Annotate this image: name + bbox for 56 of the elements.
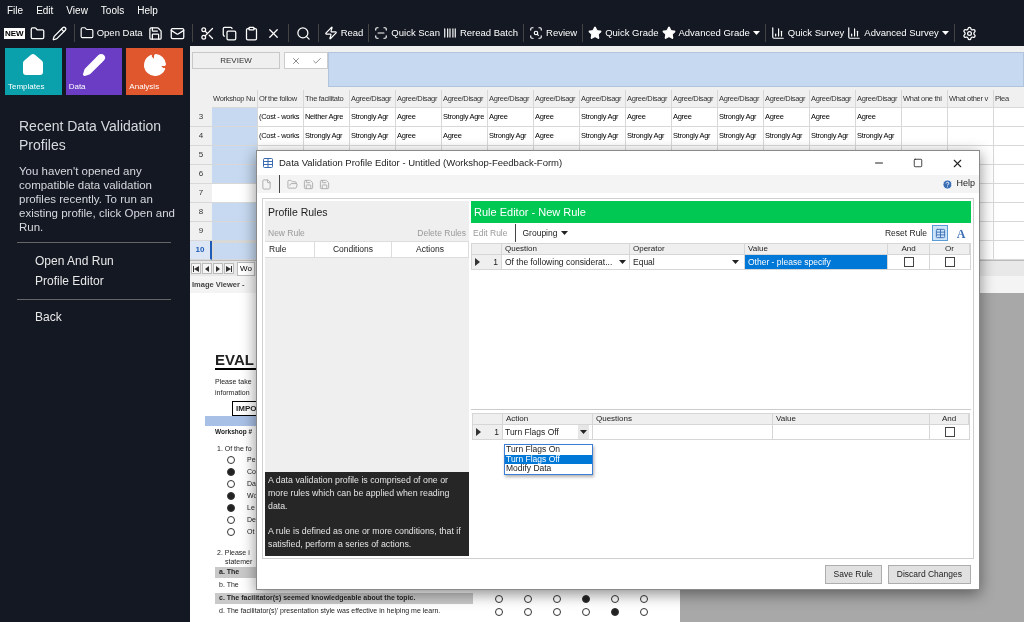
- column-header[interactable]: Value: [745, 244, 888, 254]
- save-rule-button[interactable]: Save Rule: [824, 564, 882, 584]
- info-text: A data validation profile is comprised of one or more rules which can be applied when reading data.: [268, 474, 451, 513]
- editor-header: Rule Editor - New Rule: [471, 201, 971, 223]
- column-header[interactable]: Operator: [630, 244, 745, 254]
- action-link[interactable]: Open And Run: [35, 251, 183, 271]
- menu-item[interactable]: Tools: [100, 2, 125, 18]
- reset-rule-button[interactable]: Reset Rule: [884, 226, 927, 240]
- panel-message: You haven't opened any compatible data validation profiles recently. To run an existing profile, click Open and Run.: [19, 164, 176, 234]
- column-header[interactable]: Rule: [265, 242, 315, 257]
- window-title: Data Validation Profile Editor - Untitled (Workshop-Feedback-Form): [279, 155, 563, 170]
- back-link[interactable]: Back: [35, 308, 183, 326]
- column-header[interactable]: Or: [930, 244, 970, 254]
- column-header[interactable]: Action: [503, 414, 593, 424]
- dropdown-option[interactable]: Turn Flags Off: [505, 454, 592, 464]
- toolbar-button[interactable]: Open Data: [79, 25, 143, 41]
- menu-item[interactable]: Help: [137, 2, 158, 18]
- panel-title: Profile Rules: [267, 205, 329, 221]
- discard-changes-button[interactable]: Discard Changes: [887, 564, 971, 584]
- toolbar-button[interactable]: Quick Grade: [588, 25, 659, 41]
- grouping-button[interactable]: Grouping: [522, 226, 569, 240]
- column-header[interactable]: Actions: [392, 242, 469, 257]
- column-header[interactable]: And: [930, 414, 969, 424]
- toolbar-button[interactable]: Advanced Grade: [661, 25, 760, 41]
- menu-item[interactable]: Edit: [36, 2, 54, 18]
- dropdown-option[interactable]: Turn Flags On: [505, 445, 592, 455]
- dropdown-option[interactable]: Modify Data: [505, 464, 592, 474]
- help-button[interactable]: Help: [942, 177, 975, 191]
- question-dropdown[interactable]: Of the following considerat...: [502, 255, 630, 269]
- column-header[interactable]: Conditions: [315, 242, 392, 257]
- toolbar-button[interactable]: Advanced Survey: [847, 25, 949, 41]
- toolbar-button[interactable]: Reread Batch: [442, 25, 518, 41]
- row-number: 1: [494, 425, 499, 439]
- menu-item[interactable]: View: [66, 2, 88, 18]
- text-view-button[interactable]: A: [953, 225, 969, 241]
- nav-tile[interactable]: Data: [65, 48, 123, 95]
- action-dropdown[interactable]: Turn Flags Off: [503, 425, 593, 439]
- review-button[interactable]: REVIEW: [192, 52, 280, 69]
- menu-item[interactable]: File: [7, 2, 24, 18]
- sheet-tab[interactable]: Wo: [237, 261, 255, 276]
- toolbar-button[interactable]: Read: [323, 25, 364, 41]
- new-document-button[interactable]: NEW: [4, 27, 25, 39]
- column-header[interactable]: Question: [502, 244, 630, 254]
- column-header[interactable]: Value: [773, 414, 930, 424]
- panel-title: Recent Data Validation Profiles: [19, 117, 163, 155]
- nav-tile[interactable]: Analysis: [126, 48, 183, 95]
- toolbar-button[interactable]: Review: [529, 25, 578, 41]
- info-text: A rule is defined as one or more conditions, that if satisfied, perform a series of actions.: [268, 525, 462, 551]
- row-number[interactable]: 10: [190, 241, 212, 260]
- action-link[interactable]: Profile Editor: [35, 271, 183, 291]
- value-cell[interactable]: Other - please specify: [745, 255, 888, 269]
- column-header[interactable]: Questions: [593, 414, 773, 424]
- toolbar-button[interactable]: Quick Survey: [770, 25, 845, 41]
- row-number: 1: [493, 255, 498, 269]
- column-header[interactable]: And: [888, 244, 930, 254]
- toolbar-button[interactable]: Quick Scan: [374, 25, 440, 41]
